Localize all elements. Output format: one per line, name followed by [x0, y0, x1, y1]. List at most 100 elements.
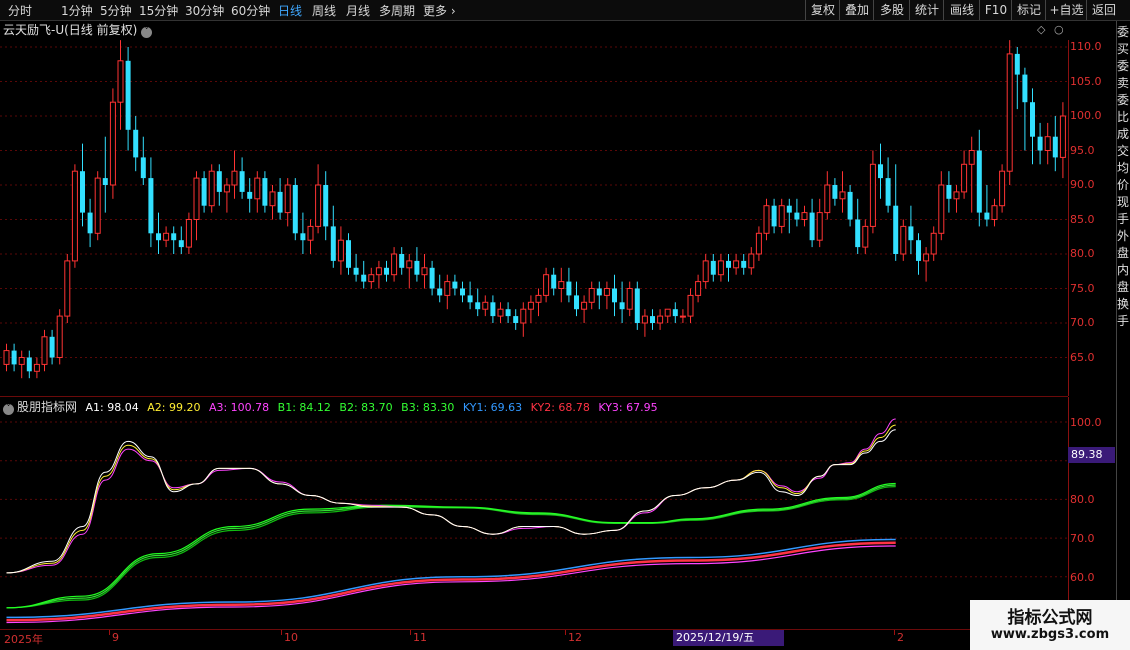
candle	[11, 343, 17, 372]
indicator-tick: 80.0	[1070, 493, 1095, 506]
candle-body-up	[930, 232, 937, 255]
overlay-button[interactable]: 叠加	[839, 0, 874, 20]
candle-body-down	[710, 260, 716, 275]
indicator-tick: 70.0	[1070, 532, 1095, 545]
period-multi[interactable]: 多周期	[379, 2, 415, 19]
side-panel-text: 委买委卖委比成交均价现手外盘内盘换手	[1117, 25, 1130, 328]
candle	[801, 205, 808, 227]
period-toolbar: 分时 1分钟 5分钟 15分钟 30分钟 60分钟 日线 周线 月线 多周期 更…	[0, 0, 1130, 21]
candle	[930, 226, 937, 261]
candle	[893, 164, 899, 261]
chevron-down-icon[interactable]: ˅	[141, 27, 153, 38]
period-5min[interactable]: 5分钟	[100, 2, 132, 19]
candle-body-down	[467, 295, 473, 303]
period-monthly[interactable]: 月线	[346, 2, 370, 19]
indicator-name[interactable]: 股朋指标网	[17, 400, 77, 414]
side-panel-border	[1116, 21, 1117, 630]
candle	[641, 309, 648, 337]
stats-button[interactable]: 统计	[909, 0, 944, 20]
candle-body-up	[991, 205, 998, 220]
period-1min[interactable]: 1分钟	[61, 2, 93, 19]
mark-button[interactable]: 标记	[1011, 0, 1046, 20]
candle-body-down	[984, 212, 990, 220]
candle	[1030, 88, 1035, 165]
circle-icon[interactable]: ○	[1054, 23, 1064, 36]
candle	[755, 226, 762, 261]
price-tick: 85.0	[1070, 213, 1095, 226]
candle-body-up	[558, 281, 565, 290]
period-60min[interactable]: 60分钟	[231, 2, 270, 19]
f10-button[interactable]: F10	[979, 0, 1012, 20]
candle-body-down	[885, 178, 891, 206]
price-tick: 110.0	[1070, 40, 1102, 53]
candle-body-up	[938, 184, 945, 234]
candle	[148, 157, 154, 248]
candle	[1022, 67, 1028, 151]
candle-body-down	[619, 302, 625, 310]
period-30min[interactable]: 30分钟	[185, 2, 224, 19]
candle-body-up	[337, 239, 344, 262]
x-tick	[894, 630, 895, 635]
candle-body-up	[3, 350, 10, 365]
indicator-value-b1: B1: 84.12	[277, 401, 331, 414]
indicator-chevron-icon[interactable]: ˅	[3, 404, 14, 415]
candle-body-down	[216, 171, 222, 192]
series-line-b2	[6, 484, 896, 609]
candle	[277, 178, 283, 220]
draw-line-button[interactable]: 画线	[943, 0, 980, 20]
period-weekly[interactable]: 周线	[312, 2, 336, 19]
price-chart	[0, 40, 1068, 379]
candle-body-down	[596, 288, 602, 296]
candle	[49, 329, 55, 365]
candle-body-down	[87, 212, 93, 234]
period-fenshi[interactable]: 分时	[8, 2, 32, 19]
candle	[535, 288, 542, 317]
candle	[679, 309, 686, 323]
x-label: 9	[112, 631, 119, 644]
add-watchlist-button[interactable]: +自选	[1045, 0, 1087, 20]
indicator-value-a3: A3: 100.78	[208, 401, 270, 414]
candle-body-up	[999, 170, 1006, 207]
candle-body-down	[452, 281, 458, 289]
candle	[513, 309, 519, 330]
candle-body-down	[11, 350, 17, 365]
period-15min[interactable]: 15分钟	[139, 2, 178, 19]
candle-body-up	[406, 260, 413, 269]
candle-body-down	[786, 205, 792, 213]
candle-body-up	[94, 177, 101, 234]
candle	[741, 254, 747, 275]
candle	[247, 178, 253, 213]
multi-stock-button[interactable]: 多股	[873, 0, 910, 20]
candle-body-up	[421, 267, 428, 276]
xaxis-line	[0, 629, 1068, 630]
candle	[361, 260, 367, 289]
candle	[588, 281, 595, 310]
series-line-a1	[6, 429, 896, 574]
candle	[171, 226, 177, 254]
period-more[interactable]: 更多 ›	[423, 2, 456, 19]
candle	[26, 350, 32, 379]
back-button[interactable]: 返回	[1086, 0, 1121, 20]
candle	[695, 274, 702, 303]
x-label: 10	[284, 631, 298, 644]
candle	[414, 247, 420, 282]
candle-body-down	[908, 226, 914, 241]
candle	[574, 281, 579, 317]
candle-body-down	[1022, 74, 1028, 103]
fuquan-button[interactable]: 复权	[805, 0, 840, 20]
x-tick	[281, 630, 282, 635]
crosshair-date-label: 2025/12/19/五	[673, 630, 784, 646]
candle-body-down	[513, 316, 519, 323]
diamond-icon[interactable]: ◇	[1037, 23, 1045, 36]
candle	[216, 164, 222, 206]
x-tick	[565, 630, 566, 635]
candle	[916, 233, 921, 275]
candle	[953, 185, 960, 213]
candle	[262, 171, 268, 213]
candle	[87, 198, 93, 248]
period-daily[interactable]: 日线	[278, 2, 302, 19]
candle	[908, 205, 914, 254]
candle-body-up	[444, 281, 451, 296]
indicator-chart	[0, 418, 1068, 624]
candle-body-down	[878, 164, 883, 179]
